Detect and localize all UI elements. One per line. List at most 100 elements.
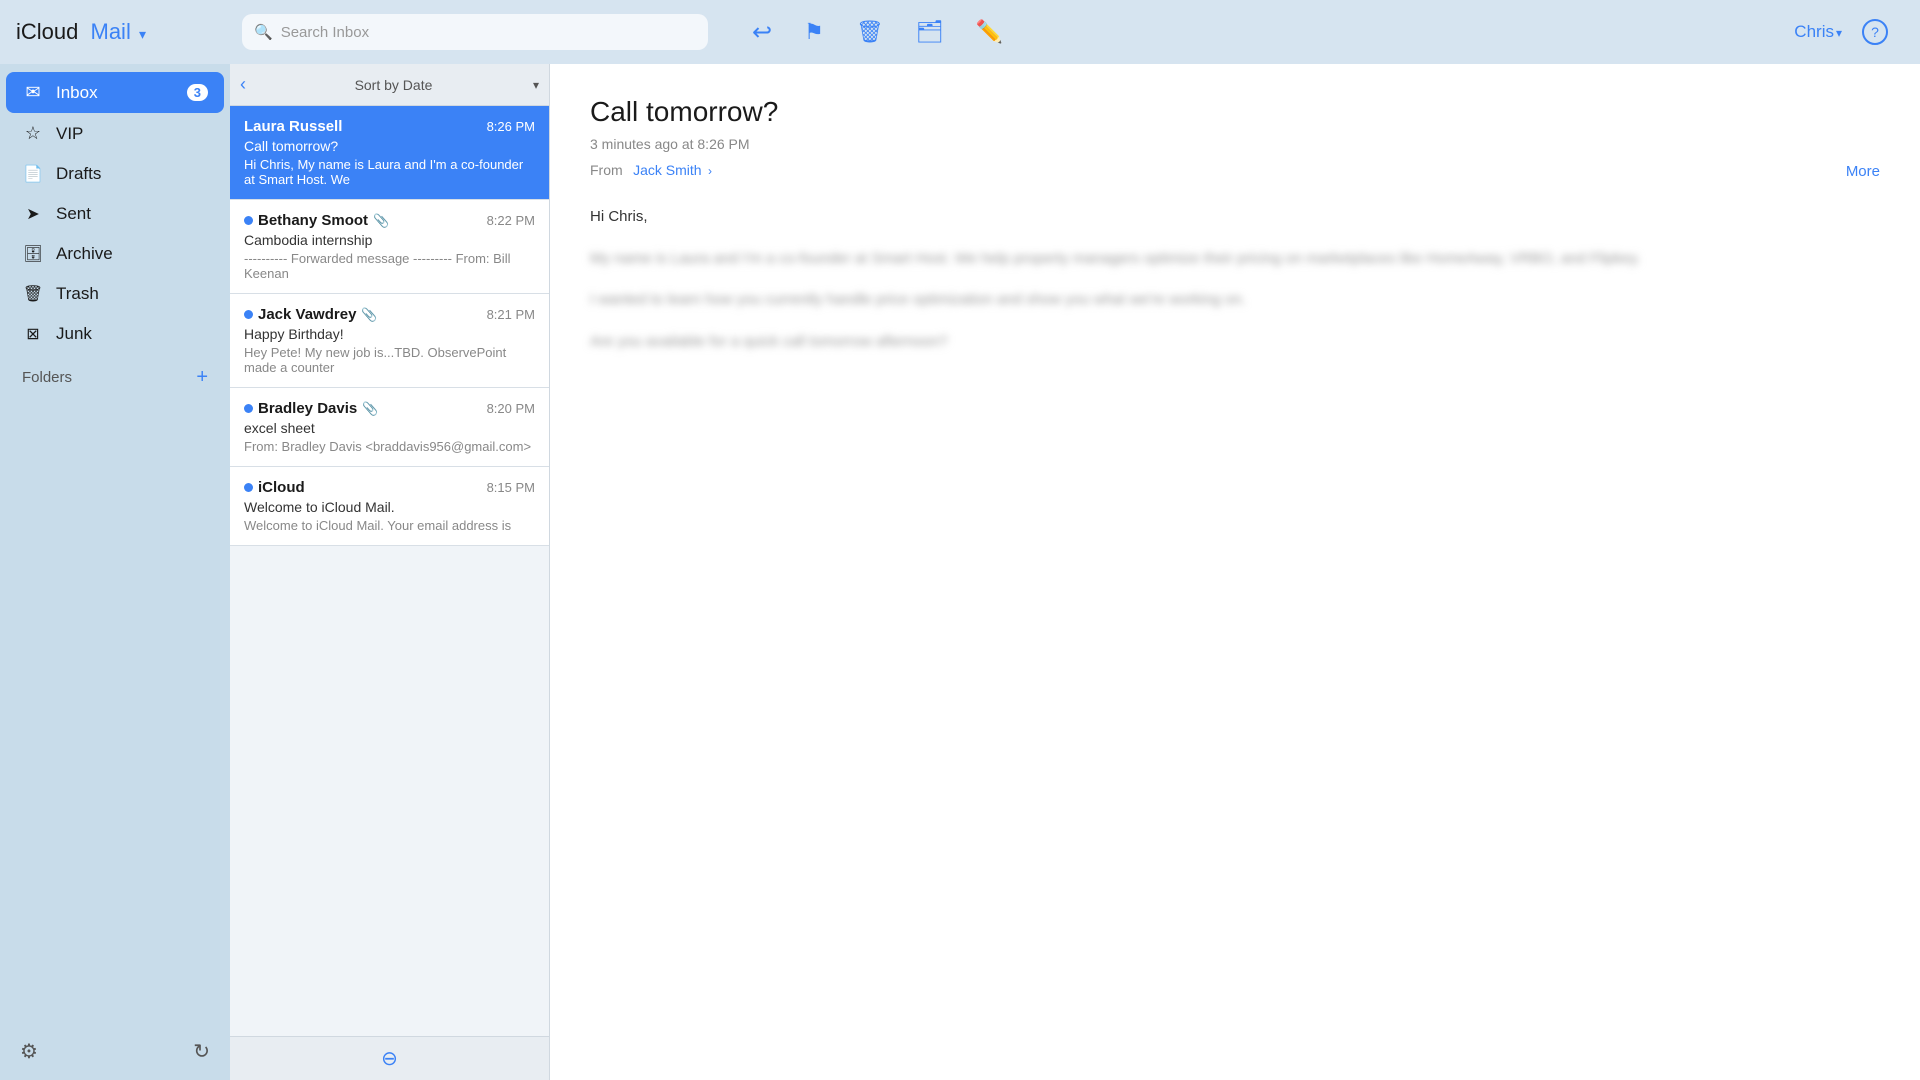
vip-label: VIP bbox=[56, 124, 208, 144]
email-sender: Jack Vawdrey bbox=[258, 306, 356, 323]
refresh-icon[interactable]: ↻ bbox=[193, 1039, 210, 1064]
email-preview: Hey Pete! My new job is...TBD. ObservePo… bbox=[244, 345, 535, 375]
settings-icon[interactable]: ⚙ bbox=[20, 1039, 38, 1064]
vip-icon: ☆ bbox=[22, 123, 44, 144]
email-time: 8:20 PM bbox=[487, 401, 535, 416]
email-subject: Welcome to iCloud Mail. bbox=[244, 499, 535, 515]
top-bar: iCloud Mail ▾ 🔍 Search Inbox ↩ ⚑ 🗑 🗂 ✏️ … bbox=[0, 0, 1920, 64]
sidebar-item-junk[interactable]: ⊠ Junk bbox=[6, 314, 224, 354]
attachment-icon: 📎 bbox=[373, 213, 389, 229]
email-time: 8:15 PM bbox=[487, 480, 535, 495]
search-container: 🔍 Search Inbox bbox=[230, 14, 720, 50]
help-button[interactable]: ? bbox=[1862, 19, 1888, 45]
email-body-paragraph-1: My name is Laura and I'm a co-founder at… bbox=[590, 246, 1880, 272]
email-detail-from: From Jack Smith › More bbox=[590, 162, 1880, 180]
app-brand: iCloud Mail ▾ bbox=[0, 19, 230, 45]
folders-header: Folders + bbox=[0, 354, 230, 393]
sidebar-item-vip[interactable]: ☆ VIP bbox=[6, 113, 224, 154]
unread-dot bbox=[244, 483, 253, 492]
email-list: Laura Russell 8:26 PM Call tomorrow? Hi … bbox=[230, 106, 549, 1036]
email-list-footer: ⊖ bbox=[230, 1036, 549, 1080]
email-sender: Bethany Smoot bbox=[258, 212, 368, 229]
sidebar-item-sent[interactable]: ➤ Sent bbox=[6, 194, 224, 234]
email-item-top: Bethany Smoot 📎 8:22 PM bbox=[244, 212, 535, 229]
sidebar-item-inbox[interactable]: ✉ Inbox 3 bbox=[6, 72, 224, 113]
sidebar-bottom: ⚙ ↻ bbox=[0, 1023, 230, 1080]
toolbar-right: Chris▾ ? bbox=[1794, 19, 1888, 45]
search-input[interactable]: Search Inbox bbox=[281, 24, 369, 41]
inbox-icon: ✉ bbox=[22, 82, 44, 103]
archive-label: Archive bbox=[56, 244, 208, 264]
email-item[interactable]: Bethany Smoot 📎 8:22 PM Cambodia interns… bbox=[230, 200, 549, 294]
drafts-label: Drafts bbox=[56, 164, 208, 184]
email-body: Hi Chris, My name is Laura and I'm a co-… bbox=[590, 204, 1880, 354]
email-item[interactable]: iCloud 8:15 PM Welcome to iCloud Mail. W… bbox=[230, 467, 549, 546]
sent-label: Sent bbox=[56, 204, 208, 224]
email-detail-time: 3 minutes ago at 8:26 PM bbox=[590, 136, 1880, 152]
user-name[interactable]: Chris▾ bbox=[1794, 22, 1842, 42]
email-subject: Call tomorrow? bbox=[244, 138, 535, 154]
drafts-icon: 📄 bbox=[22, 164, 44, 184]
junk-icon: ⊠ bbox=[22, 324, 44, 344]
folder-icon[interactable]: 🗂 bbox=[916, 19, 944, 45]
toolbar: ↩ ⚑ 🗑 🗂 ✏️ Chris▾ ? bbox=[720, 18, 1920, 47]
email-item[interactable]: Jack Vawdrey 📎 8:21 PM Happy Birthday! H… bbox=[230, 294, 549, 388]
email-item[interactable]: Laura Russell 8:26 PM Call tomorrow? Hi … bbox=[230, 106, 549, 200]
email-preview: Hi Chris, My name is Laura and I'm a co-… bbox=[244, 157, 535, 187]
filter-icon[interactable]: ⊖ bbox=[381, 1046, 398, 1071]
search-icon: 🔍 bbox=[254, 23, 273, 41]
email-sender: iCloud bbox=[258, 479, 305, 496]
email-item-top: iCloud 8:15 PM bbox=[244, 479, 535, 496]
email-preview: Welcome to iCloud Mail. Your email addre… bbox=[244, 518, 535, 533]
back-arrow[interactable]: ‹ bbox=[240, 74, 246, 95]
app-title-icloud: iCloud bbox=[16, 19, 78, 44]
email-detail: Call tomorrow? 3 minutes ago at 8:26 PM … bbox=[550, 64, 1920, 1080]
unread-dot bbox=[244, 404, 253, 413]
more-link[interactable]: More bbox=[1846, 163, 1880, 180]
email-preview: From: Bradley Davis <braddavis956@gmail.… bbox=[244, 439, 535, 454]
email-greeting: Hi Chris, bbox=[590, 204, 1880, 230]
email-time: 8:21 PM bbox=[487, 307, 535, 322]
flag-icon[interactable]: ⚑ bbox=[804, 19, 824, 45]
app-title-mail: Mail bbox=[91, 19, 131, 44]
email-subject: excel sheet bbox=[244, 420, 535, 436]
email-list-header: ‹ Sort by Date ▾ bbox=[230, 64, 549, 106]
inbox-badge: 3 bbox=[187, 84, 208, 101]
trash-icon[interactable]: 🗑 bbox=[856, 19, 884, 45]
sent-icon: ➤ bbox=[22, 204, 44, 224]
email-item-top: Bradley Davis 📎 8:20 PM bbox=[244, 400, 535, 417]
junk-label: Junk bbox=[56, 324, 208, 344]
from-label: From bbox=[590, 162, 623, 178]
email-time: 8:22 PM bbox=[487, 213, 535, 228]
email-list-panel: ‹ Sort by Date ▾ Laura Russell 8:26 PM C… bbox=[230, 64, 550, 1080]
email-body-paragraph-3: Are you available for a quick call tomor… bbox=[590, 329, 1880, 355]
email-body-paragraph-2: I wanted to learn how you currently hand… bbox=[590, 287, 1880, 313]
email-item-top: Laura Russell 8:26 PM bbox=[244, 118, 535, 135]
from-name[interactable]: Jack Smith bbox=[633, 162, 701, 178]
trash-sidebar-icon: 🗑 bbox=[22, 284, 44, 304]
email-preview: ---------- Forwarded message --------- F… bbox=[244, 251, 535, 281]
sort-dropdown-arrow[interactable]: ▾ bbox=[533, 78, 539, 92]
inbox-label: Inbox bbox=[56, 83, 175, 103]
add-folder-button[interactable]: + bbox=[196, 366, 208, 389]
email-sender: Laura Russell bbox=[244, 118, 342, 135]
from-chevron[interactable]: › bbox=[708, 164, 712, 178]
main-layout: ✉ Inbox 3 ☆ VIP 📄 Drafts ➤ Sent 🗄 Archiv… bbox=[0, 64, 1920, 1080]
trash-label: Trash bbox=[56, 284, 208, 304]
unread-dot bbox=[244, 216, 253, 225]
sidebar-item-archive[interactable]: 🗄 Archive bbox=[6, 234, 224, 274]
email-item[interactable]: Bradley Davis 📎 8:20 PM excel sheet From… bbox=[230, 388, 549, 467]
app-dropdown-icon[interactable]: ▾ bbox=[139, 26, 146, 42]
sidebar: ✉ Inbox 3 ☆ VIP 📄 Drafts ➤ Sent 🗄 Archiv… bbox=[0, 64, 230, 1080]
reply-icon[interactable]: ↩ bbox=[752, 18, 772, 47]
email-time: 8:26 PM bbox=[487, 119, 535, 134]
sort-label[interactable]: Sort by Date bbox=[254, 77, 533, 93]
sidebar-item-drafts[interactable]: 📄 Drafts bbox=[6, 154, 224, 194]
archive-icon: 🗄 bbox=[22, 244, 44, 264]
attachment-icon: 📎 bbox=[361, 307, 377, 323]
folders-label: Folders bbox=[22, 369, 72, 386]
search-bar[interactable]: 🔍 Search Inbox bbox=[242, 14, 708, 50]
email-sender: Bradley Davis bbox=[258, 400, 357, 417]
compose-icon[interactable]: ✏️ bbox=[976, 19, 1003, 45]
sidebar-item-trash[interactable]: 🗑 Trash bbox=[6, 274, 224, 314]
